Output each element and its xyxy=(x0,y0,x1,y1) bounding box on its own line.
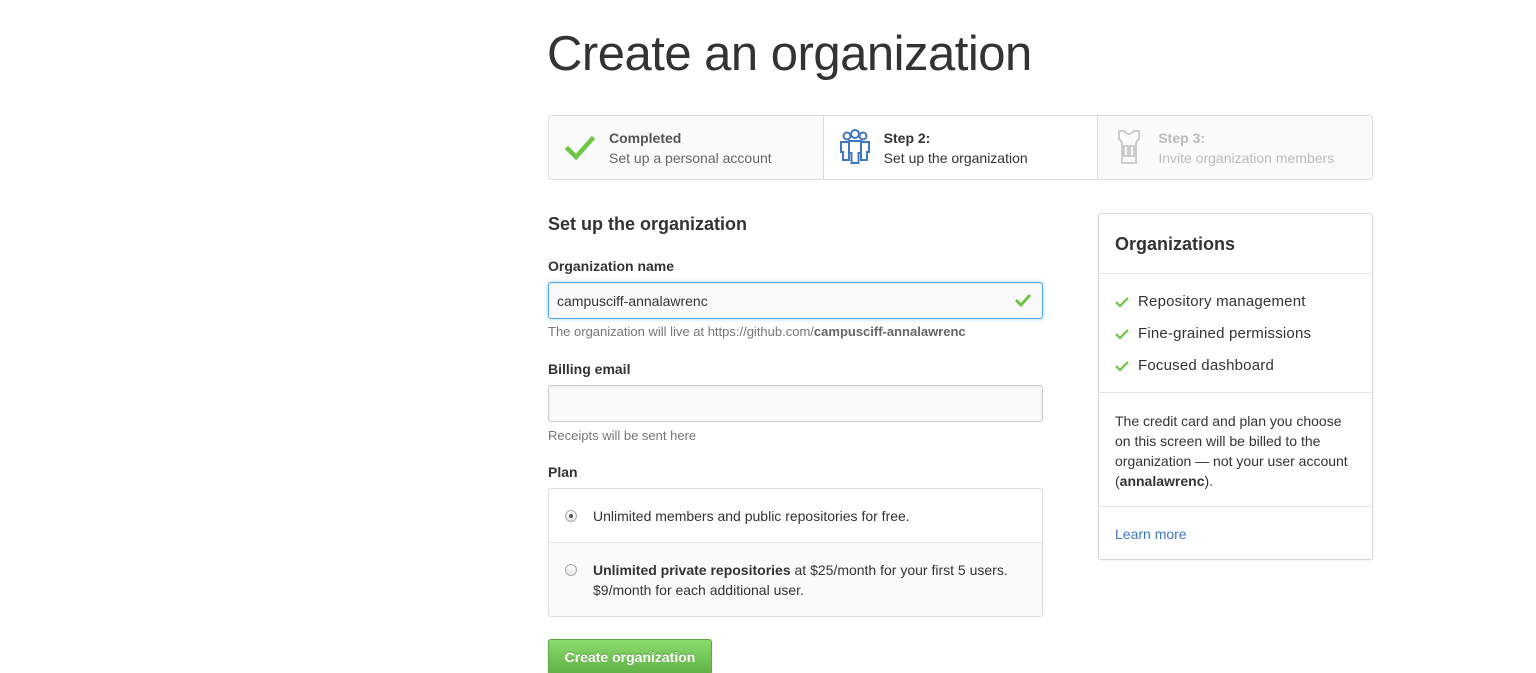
step-title: Step 2: xyxy=(883,130,931,146)
billing-note: The credit card and plan you choose on t… xyxy=(1115,411,1360,491)
billing-text-end: ). xyxy=(1204,473,1214,489)
jersey-icon xyxy=(1118,130,1141,164)
org-url-note: The organization will live at https://gi… xyxy=(548,324,966,339)
learn-more-link[interactable]: Learn more xyxy=(1115,526,1187,542)
people-icon xyxy=(839,129,870,164)
plan-options: Unlimited members and public repositorie… xyxy=(548,488,1043,617)
billing-email-note: Receipts will be sent here xyxy=(548,428,697,443)
plan-private-text: Unlimited private repositories at $25/mo… xyxy=(593,560,1008,600)
billing-email-input[interactable] xyxy=(548,385,1043,422)
plan-option-private[interactable]: Unlimited private repositories at $25/mo… xyxy=(549,543,1042,616)
feature-label: Repository management xyxy=(1138,293,1306,310)
check-icon xyxy=(564,135,596,161)
org-url-name: campusciff-annalawrenc xyxy=(813,324,966,339)
org-url-prefix: The organization will live at https://gi… xyxy=(548,324,814,339)
step-completed: Completed Set up a personal account xyxy=(549,116,823,179)
check-icon xyxy=(1115,297,1129,308)
divider xyxy=(1099,392,1372,393)
step-description: Set up a personal account xyxy=(609,150,772,166)
step-title: Completed xyxy=(609,130,682,146)
plan-option-free[interactable]: Unlimited members and public repositorie… xyxy=(549,489,1042,543)
plan-private-line2: $9/month for each additional user. xyxy=(593,582,804,598)
divider xyxy=(1099,273,1372,274)
feature-label: Focused dashboard xyxy=(1138,357,1274,374)
plan-private-line1: at $25/month for your first 5 users. xyxy=(790,562,1008,578)
step-title: Step 3: xyxy=(1158,130,1206,146)
create-organization-page: Create an organization Completed Set up … xyxy=(0,0,1536,673)
check-icon xyxy=(1115,361,1129,372)
page-title: Create an organization xyxy=(547,27,1032,81)
check-icon xyxy=(1115,329,1129,340)
form-heading: Set up the organization xyxy=(548,214,748,234)
steps-bar: Completed Set up a personal account Step… xyxy=(548,115,1373,180)
plan-label: Plan xyxy=(548,464,578,480)
divider xyxy=(1099,506,1372,507)
valid-check-icon xyxy=(1014,293,1032,308)
step-description: Invite organization members xyxy=(1158,150,1335,166)
billing-username: annalawrenc xyxy=(1119,473,1205,489)
step-description: Set up the organization xyxy=(883,150,1028,166)
plan-free-text: Unlimited members and public repositorie… xyxy=(593,508,910,524)
feature-label: Fine-grained permissions xyxy=(1138,325,1312,342)
step-future: Step 3: Invite organization members xyxy=(1097,116,1372,179)
plan-private-bold: Unlimited private repositories xyxy=(593,562,791,578)
org-name-input[interactable] xyxy=(548,282,1043,319)
plan-free-radio[interactable] xyxy=(565,510,577,522)
organizations-sidebar: Organizations Repository management Fine… xyxy=(1098,213,1373,560)
billing-email-label: Billing email xyxy=(548,361,631,377)
sidebar-title: Organizations xyxy=(1115,234,1236,254)
create-organization-button[interactable]: Create organization xyxy=(548,639,712,673)
org-name-label: Organization name xyxy=(548,258,675,274)
plan-private-radio[interactable] xyxy=(565,564,577,576)
step-current: Step 2: Set up the organization xyxy=(822,116,1098,179)
